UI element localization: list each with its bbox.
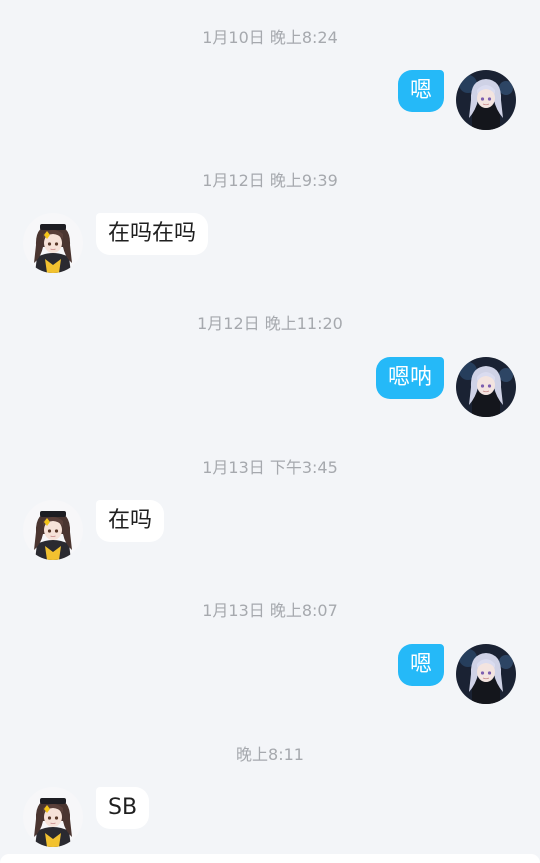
anime-avatar-silver-hair-icon (456, 70, 516, 130)
message-timestamp: 1月12日 晚上9:39 (202, 171, 338, 190)
anime-avatar-silver-hair-icon (456, 644, 516, 704)
contact-avatar[interactable] (23, 213, 83, 273)
anime-avatar-brown-hair-icon (23, 787, 83, 847)
message-timestamp: 1月13日 晚上8:07 (202, 601, 338, 620)
my-message-bubble[interactable]: 嗯呐 (375, 357, 444, 399)
contact-avatar[interactable] (23, 500, 83, 560)
anime-avatar-brown-hair-icon (23, 500, 83, 560)
contact-message-bubble[interactable]: 在吗在吗 (96, 213, 209, 255)
input-panel-edge (0, 854, 540, 863)
my-avatar[interactable] (456, 644, 516, 704)
message-timestamp: 晚上8:11 (236, 745, 304, 764)
message-timestamp: 1月10日 晚上8:24 (202, 28, 338, 47)
my-message-bubble[interactable]: 嗯 (397, 644, 444, 686)
contact-message-bubble[interactable]: 在吗 (96, 500, 165, 542)
contact-message-bubble[interactable]: SB (96, 787, 150, 829)
anime-avatar-brown-hair-icon (23, 213, 83, 273)
chat-message-list[interactable]: 1月10日 晚上8:24 嗯 1月12日 晚上9:39 在吗在吗 1月12日 晚… (0, 0, 540, 863)
contact-avatar[interactable] (23, 787, 83, 847)
anime-avatar-silver-hair-icon (456, 357, 516, 417)
message-timestamp: 1月12日 晚上11:20 (197, 314, 343, 333)
message-timestamp: 1月13日 下午3:45 (202, 458, 338, 477)
my-avatar[interactable] (456, 70, 516, 130)
my-avatar[interactable] (456, 357, 516, 417)
my-message-bubble[interactable]: 嗯 (397, 70, 444, 112)
